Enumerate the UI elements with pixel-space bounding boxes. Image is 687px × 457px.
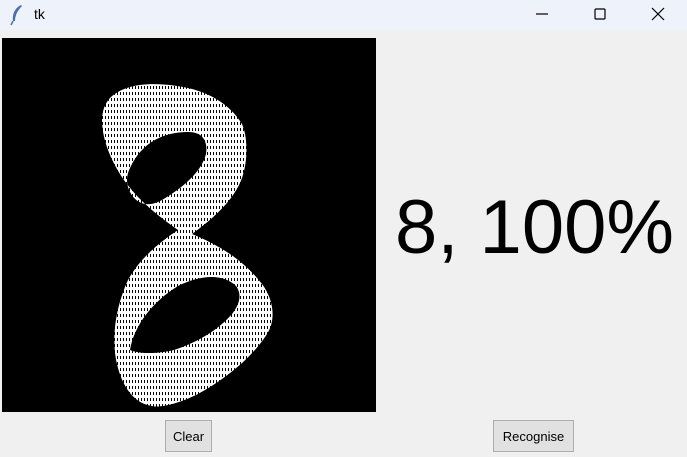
maximize-icon: [594, 8, 606, 20]
close-button[interactable]: [629, 0, 687, 30]
recognise-button[interactable]: Recognise: [493, 420, 574, 452]
handwritten-digit-drawing: [102, 84, 273, 407]
close-icon: [651, 7, 665, 21]
feather-icon: [9, 4, 25, 26]
minimize-icon: [536, 13, 548, 15]
digit-stroke: [102, 84, 273, 407]
clear-button[interactable]: Clear: [165, 420, 212, 452]
title-bar[interactable]: tk: [0, 0, 687, 30]
minimize-button[interactable]: [513, 0, 571, 30]
drawing-canvas[interactable]: [2, 38, 376, 412]
prediction-result: 8, 100%: [395, 185, 674, 270]
maximize-button[interactable]: [571, 0, 629, 30]
window-title: tk: [34, 6, 45, 22]
